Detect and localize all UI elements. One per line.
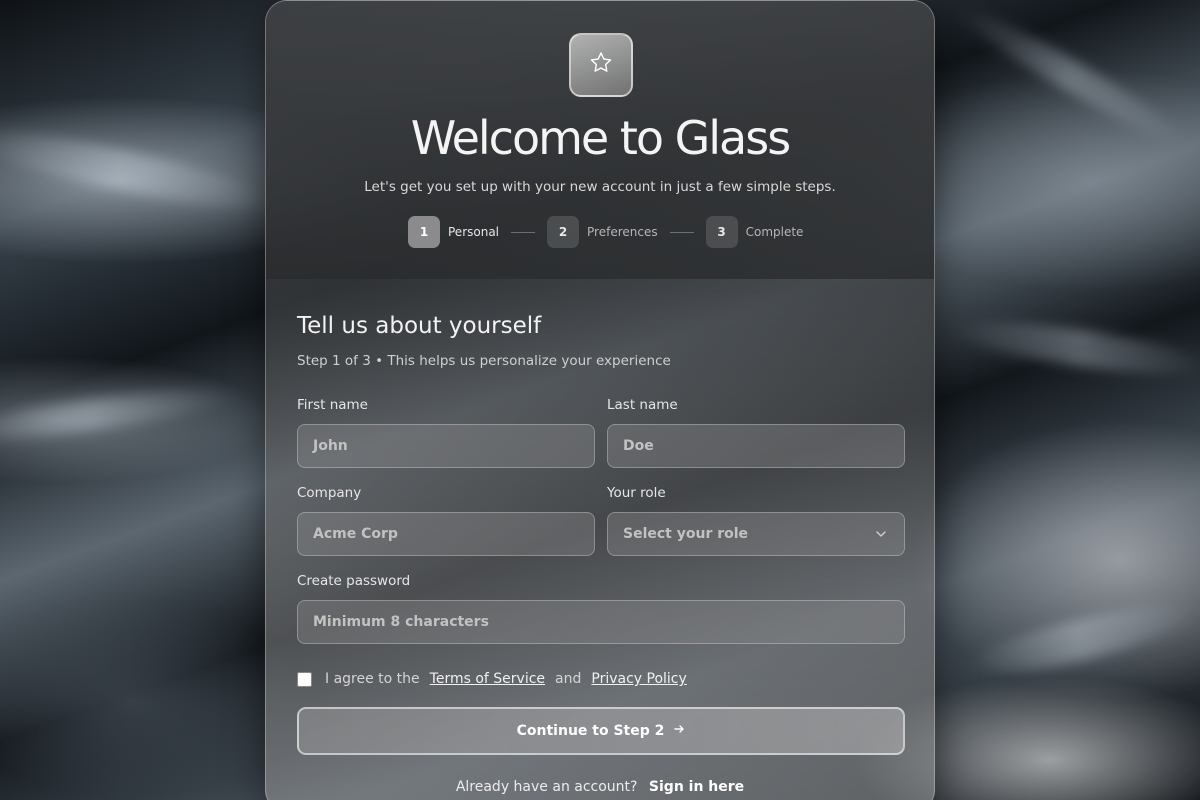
form-title: Tell us about yourself	[297, 313, 542, 339]
role-label: Your role	[607, 485, 666, 501]
step-3-label: Complete	[745, 225, 804, 239]
signin-link[interactable]: Sign in here	[649, 779, 744, 795]
agreement-row: I agree to the Terms of Service and Priv…	[297, 669, 687, 689]
background-streak	[948, 312, 1200, 384]
first-name-field[interactable]: John	[297, 424, 595, 468]
step-connector	[669, 231, 694, 233]
arrow-right-icon	[673, 723, 685, 739]
background-streak	[0, 379, 241, 451]
star-icon	[588, 50, 614, 80]
password-label: Create password	[297, 573, 411, 589]
background-streak	[949, 0, 1191, 153]
logo-tile	[569, 33, 633, 97]
terms-link[interactable]: Terms of Service	[430, 671, 545, 687]
last-name-label: Last name	[607, 397, 678, 413]
agreement-prefix: I agree to the	[325, 671, 420, 687]
step-1-number: 1	[408, 216, 440, 248]
background-streak	[958, 591, 1200, 689]
company-placeholder: Acme Corp	[313, 526, 398, 542]
step-connector	[511, 231, 536, 233]
last-name-field[interactable]: Doe	[607, 424, 905, 468]
privacy-link[interactable]: Privacy Policy	[591, 671, 686, 687]
agreement-and: and	[555, 671, 582, 687]
step-2-label: Preferences	[587, 225, 658, 239]
continue-button[interactable]: Continue to Step 2	[297, 707, 905, 755]
step-2-number: 2	[547, 216, 580, 248]
password-field[interactable]: Minimum 8 characters	[297, 600, 905, 644]
step-3-number: 3	[705, 216, 738, 248]
onboarding-card: Welcome to Glass Let's get you set up wi…	[265, 0, 935, 800]
agree-checkbox[interactable]	[297, 671, 312, 687]
company-label: Company	[297, 485, 362, 501]
progress-stepper: 1 Personal 2 Preferences 3 Complete	[408, 216, 803, 248]
continue-button-label: Continue to Step 2	[516, 723, 665, 739]
chevron-down-icon	[874, 527, 888, 545]
page-title: Welcome to Glass	[410, 111, 791, 165]
company-field[interactable]: Acme Corp	[297, 512, 595, 556]
signin-prompt: Already have an account?	[455, 779, 638, 795]
first-name-label: First name	[297, 397, 368, 413]
background-streak	[0, 117, 281, 223]
last-name-placeholder: Doe	[623, 438, 654, 454]
step-1-label: Personal	[448, 225, 500, 239]
signin-row: Already have an account? Sign in here	[266, 779, 934, 795]
role-selected-value: Select your role	[623, 526, 749, 542]
page-subtitle: Let's get you set up with your new accou…	[364, 179, 836, 195]
form-subtitle: Step 1 of 3 • This helps us personalize …	[297, 353, 671, 369]
role-select[interactable]: Select your role	[607, 512, 905, 556]
password-placeholder: Minimum 8 characters	[313, 614, 489, 630]
first-name-placeholder: John	[313, 438, 348, 454]
